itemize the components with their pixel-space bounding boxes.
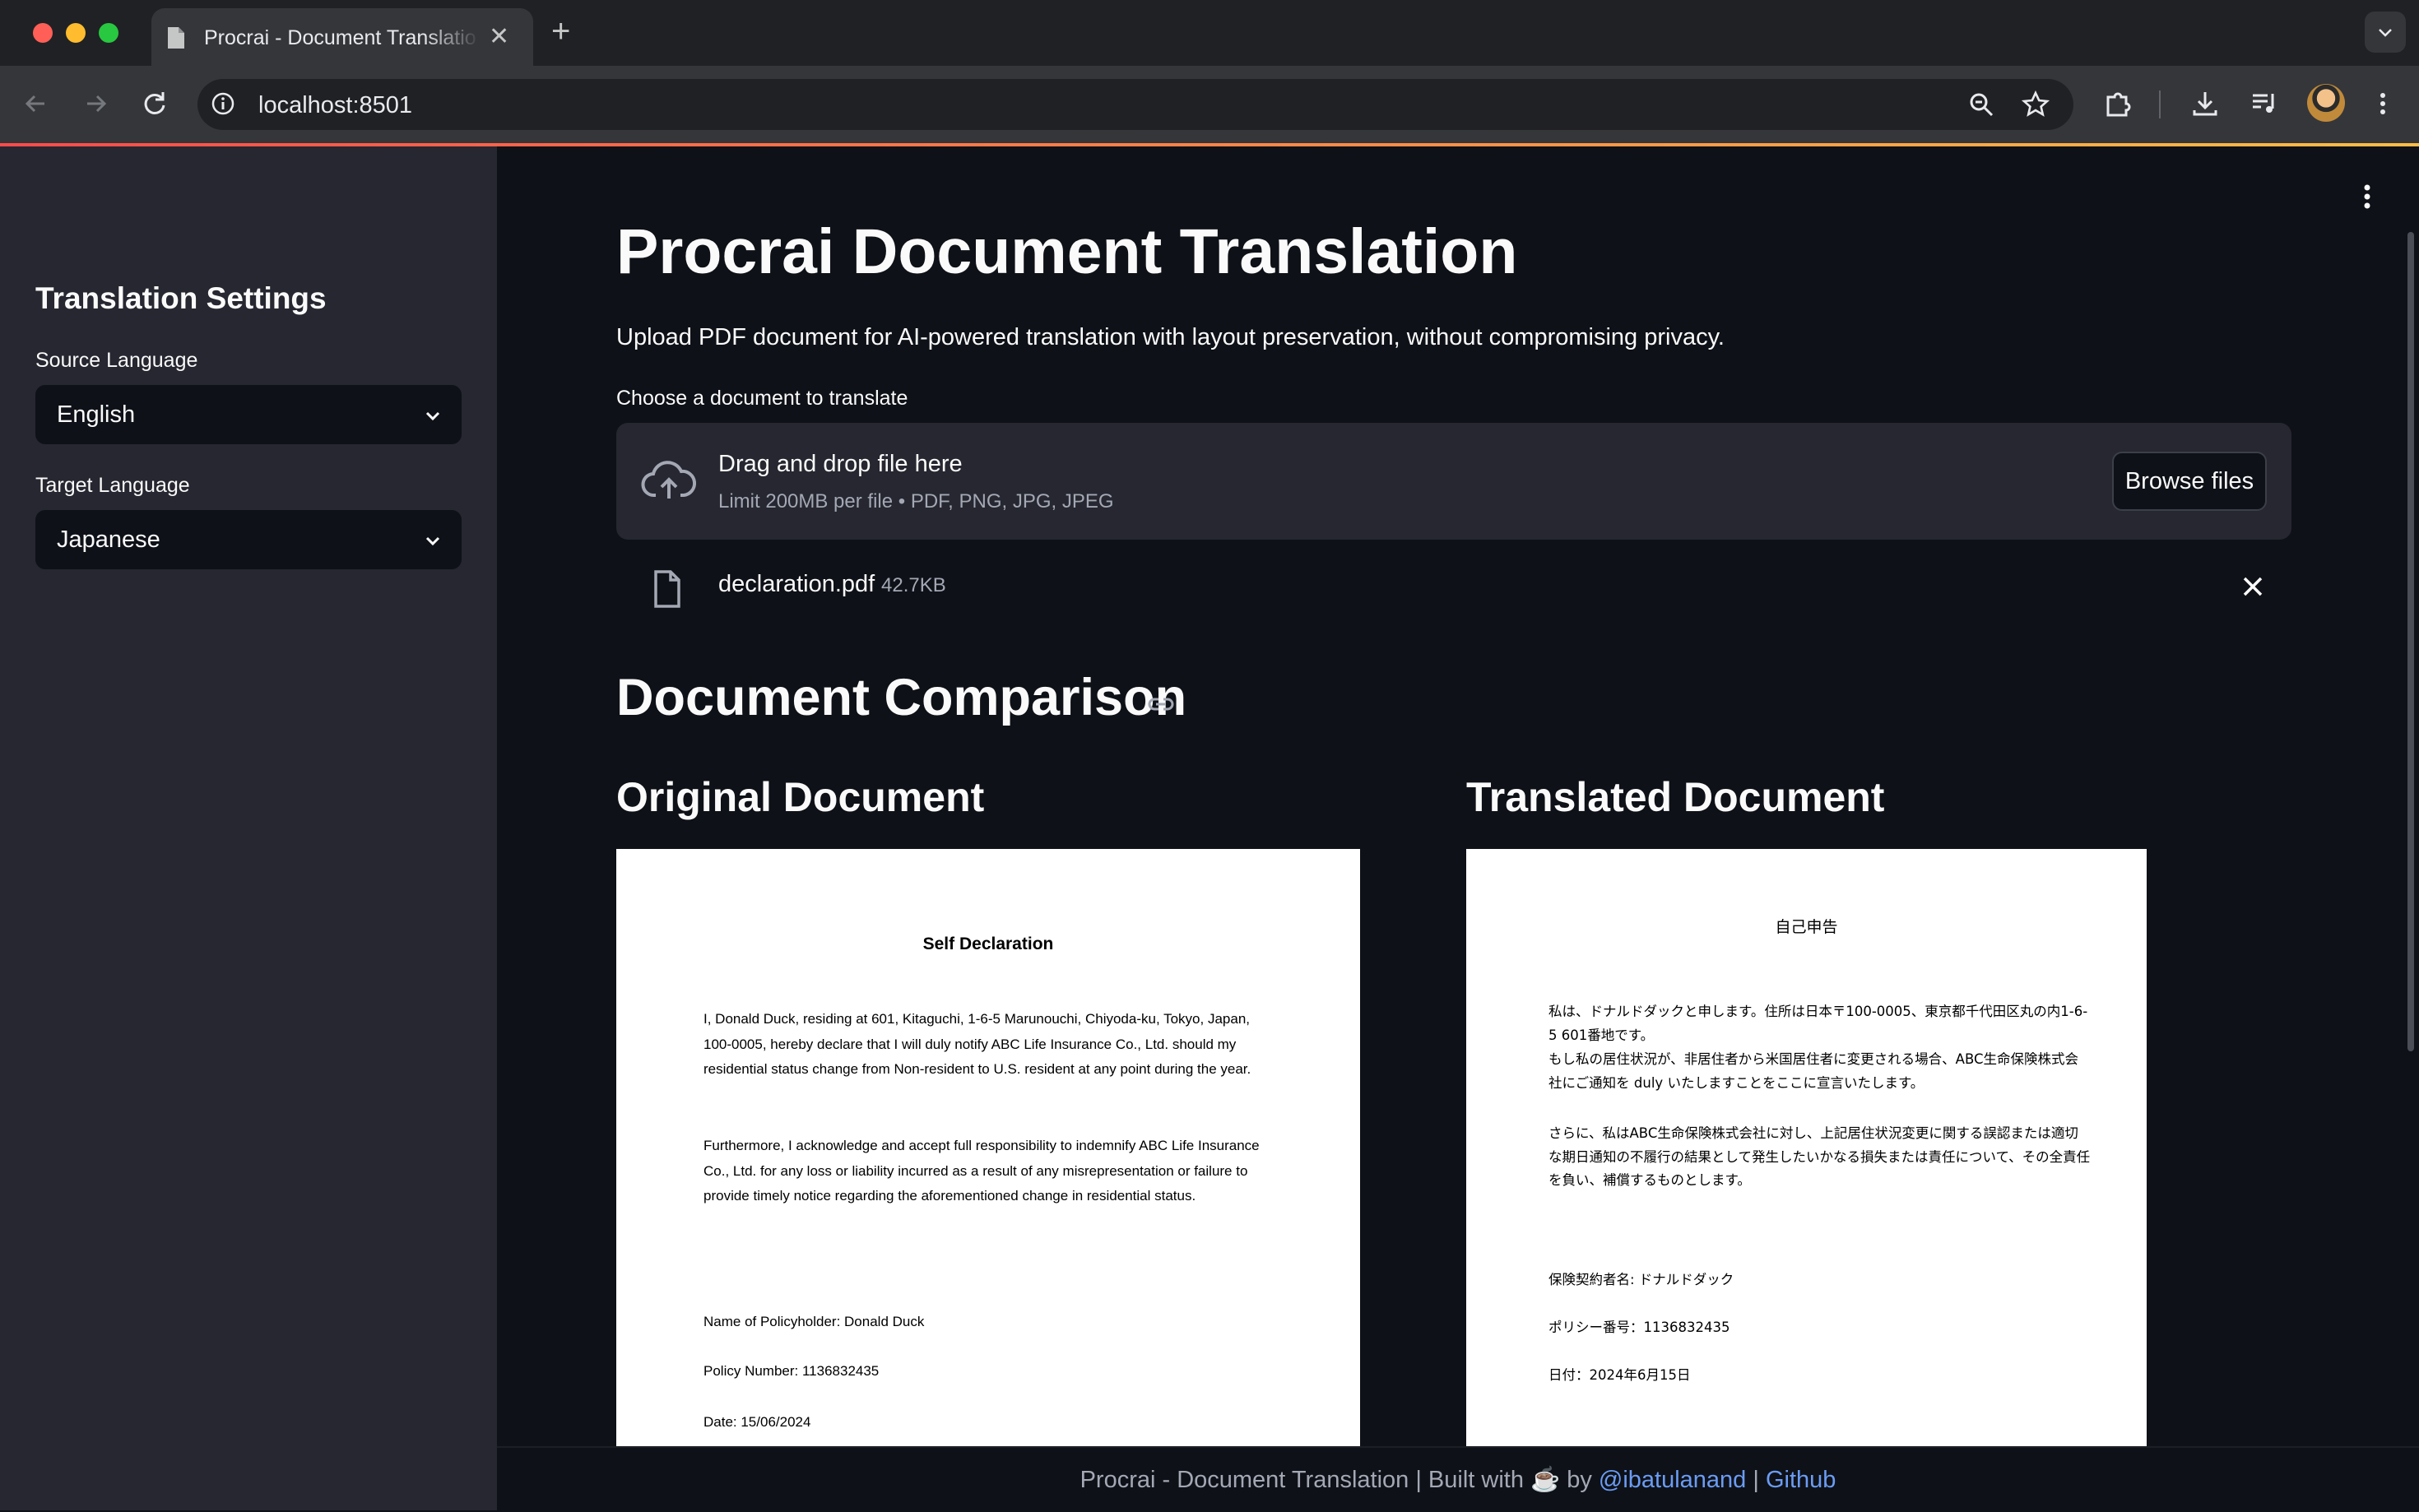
browser-tab-bar: Procrai - Document Translatio ✕ + (0, 0, 2419, 66)
file-icon (654, 570, 680, 608)
original-document-heading: Original Document (616, 774, 985, 820)
document-paragraph: I, Donald Duck, residing at 601, Kitaguc… (703, 1011, 1251, 1077)
original-document-preview: Self Declaration I, Donald Duck, residin… (616, 849, 1360, 1448)
minimize-window-button[interactable] (66, 23, 86, 43)
zoom-icon[interactable] (1966, 90, 1996, 119)
browser-toolbar: localhost:8501 (0, 66, 2419, 145)
policy-number-line: Policy Number: 1136832435 (703, 1363, 880, 1379)
more-options-icon[interactable] (2366, 87, 2399, 120)
new-tab-button[interactable]: + (551, 13, 570, 49)
remove-file-icon[interactable] (2240, 574, 2265, 599)
url-text[interactable]: localhost:8501 (258, 92, 412, 119)
policy-number-line: ポリシー番号：1136832435 (1548, 1320, 1730, 1335)
maximize-window-button[interactable] (99, 23, 118, 43)
dropzone-limit-text: Limit 200MB per file • PDF, PNG, JPG, JP… (718, 490, 1114, 513)
document-title: Self Declaration (922, 935, 1054, 953)
download-icon[interactable] (2189, 87, 2222, 120)
uploaded-file-row: declaration.pdf 42.7KB (616, 563, 2291, 617)
bookmark-star-icon[interactable] (2021, 90, 2050, 119)
translated-document-heading: Translated Document (1466, 774, 1885, 820)
source-language-value: English (57, 401, 136, 428)
page-scrollbar[interactable] (2407, 232, 2414, 1051)
profile-avatar[interactable] (2307, 84, 2345, 122)
date-line: Date: 15/06/2024 (703, 1414, 811, 1430)
extensions-icon[interactable] (2101, 87, 2134, 120)
sidebar: Translation Settings Source Language Eng… (0, 146, 497, 1510)
target-language-label: Target Language (35, 474, 190, 497)
sidebar-heading: Translation Settings (35, 281, 327, 315)
translated-document-preview: 自己申告 私は、ドナルドダックと申します。住所は日本〒100-0005、東京都千… (1466, 849, 2147, 1448)
cloud-upload-icon (641, 461, 697, 499)
document-title: 自己申告 (1775, 918, 1838, 936)
site-info-icon[interactable] (209, 90, 237, 118)
main-menu-icon[interactable] (2355, 183, 2380, 211)
browse-files-button[interactable]: Browse files (2112, 452, 2267, 511)
source-language-label: Source Language (35, 349, 198, 372)
uploaded-file-size: 42.7KB (881, 574, 946, 596)
author-link[interactable]: @ibatulanand (1599, 1467, 1746, 1493)
close-window-button[interactable] (33, 23, 53, 43)
target-language-select[interactable]: Japanese (35, 510, 462, 569)
reload-icon[interactable] (138, 87, 171, 120)
page-title: Procrai Document Translation (616, 216, 1518, 287)
file-dropzone[interactable]: Drag and drop file here Limit 200MB per … (616, 423, 2291, 540)
source-language-select[interactable]: English (35, 385, 462, 444)
tab-search-button[interactable] (2365, 12, 2406, 53)
comparison-heading: Document Comparison (616, 669, 1187, 726)
github-link[interactable]: Github (1766, 1467, 1836, 1493)
document-paragraph: さらに、私はABC生命保険株式会社に対し、上記居住状況変更に関する誤認または適切… (1548, 1125, 2091, 1188)
date-line: 日付：2024年6月15日 (1548, 1367, 1691, 1383)
address-bar[interactable]: localhost:8501 (197, 79, 2073, 130)
page-subtitle: Upload PDF document for AI-powered trans… (616, 324, 1725, 350)
back-arrow-icon[interactable] (20, 87, 53, 120)
forward-arrow-icon[interactable] (79, 87, 112, 120)
document-paragraph: 私は、ドナルドダックと申します。住所は日本〒100-0005、東京都千代田区丸の… (1548, 1004, 2088, 1043)
uploaded-file-name: declaration.pdf (718, 571, 875, 597)
chevron-down-icon (425, 536, 440, 546)
file-uploader-label: Choose a document to translate (616, 387, 908, 410)
footer-prefix: Procrai - Document Translation | Built w… (1079, 1467, 1592, 1493)
dropzone-title: Drag and drop file here (718, 451, 963, 477)
document-paragraph: もし私の居住状況が、非居住者から米国居住者に変更される場合、ABC生命保険株式会… (1548, 1051, 2079, 1091)
target-language-value: Japanese (57, 526, 160, 553)
close-tab-icon[interactable]: ✕ (489, 23, 509, 51)
document-paragraph: Furthermore, I acknowledge and accept fu… (703, 1138, 1260, 1204)
anchor-link-icon[interactable] (1147, 694, 1175, 714)
footer: Procrai - Document Translation | Built w… (497, 1446, 2419, 1512)
policyholder-name-line: Name of Policyholder: Donald Duck (703, 1314, 925, 1329)
chevron-down-icon (425, 411, 440, 421)
footer-text: Procrai - Document Translation | Built w… (497, 1466, 2419, 1494)
chevron-down-icon (2379, 29, 2392, 37)
policyholder-name-line: 保険契約者名: ドナルドダック (1548, 1272, 1734, 1287)
document-icon (168, 27, 184, 49)
media-controls-icon[interactable] (2248, 87, 2281, 120)
footer-separator: | (1753, 1467, 1759, 1493)
browser-tab-active[interactable]: Procrai - Document Translatio ✕ (151, 8, 533, 66)
